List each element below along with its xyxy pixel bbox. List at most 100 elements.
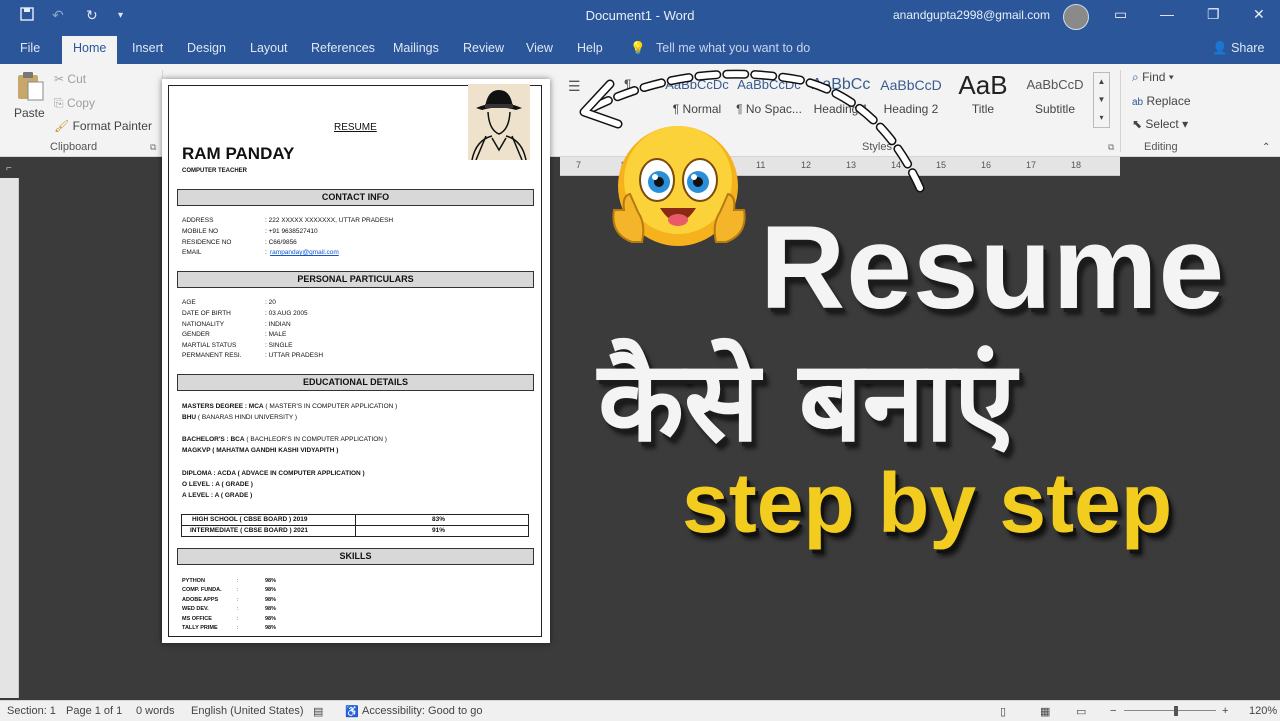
clipboard-launcher-icon[interactable]: ⧉ [150, 142, 156, 153]
table-cell: 83% [432, 516, 446, 523]
skill-colon: : [237, 587, 239, 593]
status-accessibility[interactable]: Accessibility: Good to go [362, 705, 482, 717]
search-icon: ⌕ [1132, 70, 1139, 84]
accessibility-icon[interactable]: ♿ [345, 705, 359, 718]
share-label: Share [1231, 41, 1265, 55]
candidate-name: RAM PANDAY [182, 144, 295, 163]
paste-button[interactable]: Paste [14, 106, 45, 120]
personal-value: : UTTAR PRADESH [265, 352, 324, 359]
tab-view[interactable]: View [526, 41, 553, 55]
skill-name: PYTHON [182, 578, 205, 584]
personal-section-header: PERSONAL PARTICULARS [177, 271, 534, 288]
tab-review[interactable]: Review [463, 41, 504, 55]
contact-key: EMAIL [182, 249, 202, 256]
skill-name: TALLY PRIME [182, 625, 218, 631]
close-icon[interactable]: ✕ [1253, 6, 1265, 23]
vertical-ruler[interactable] [0, 178, 19, 698]
email-link[interactable]: rampanday@gmail.com [270, 249, 339, 256]
lightbulb-icon: 💡 [630, 41, 646, 55]
tab-home[interactable]: Home [62, 36, 118, 64]
editing-group-label: Editing [1144, 141, 1178, 153]
copy-button[interactable]: ⎘ Copy [54, 96, 95, 111]
styles-scroll[interactable]: ▲ ▼ ▾ [1093, 72, 1110, 128]
skill-colon: : [237, 578, 239, 584]
skill-name: MS OFFICE [182, 616, 212, 622]
style-subtitle[interactable]: AaBbCcD Subtitle [1020, 72, 1090, 128]
title-bar: ↶ ↻ ▾ Document1 - Word anandgupta2998@gm… [0, 0, 1280, 33]
print-layout-icon[interactable]: ▦ [1040, 705, 1050, 718]
skill-name: COMP. FUNDA. [182, 587, 222, 593]
zoom-in-icon[interactable]: + [1222, 705, 1228, 717]
tab-help[interactable]: Help [577, 41, 603, 55]
tab-references[interactable]: References [311, 41, 375, 55]
zoom-out-icon[interactable]: − [1110, 705, 1116, 717]
thumbs-up-emoji-icon [612, 126, 746, 246]
find-button[interactable]: ⌕ Find ▾ [1132, 70, 1174, 85]
proofing-icon[interactable]: ▤ [313, 705, 323, 718]
status-language[interactable]: English (United States) [191, 705, 304, 717]
status-zoom[interactable]: 120% [1249, 705, 1277, 717]
brush-icon: 🖌 [54, 119, 70, 133]
paste-icon[interactable] [14, 70, 48, 101]
skill-value: 98% [265, 625, 277, 631]
minimize-icon[interactable]: — [1160, 6, 1174, 22]
status-section[interactable]: Section: 1 [7, 705, 56, 717]
overlay-title-step-by-step: step by step [682, 456, 1173, 550]
personal-key: AGE [182, 299, 196, 306]
status-page[interactable]: Page 1 of 1 [66, 705, 122, 717]
person-icon: 👤 [1212, 41, 1228, 55]
format-painter-button[interactable]: 🖌 Format Painter [54, 119, 152, 133]
ruler-number: 18 [1071, 160, 1082, 170]
find-label: Find [1142, 70, 1166, 84]
collapse-ribbon-icon[interactable]: ⌃ [1262, 142, 1270, 153]
table-cell: INTERMEDIATE ( CBSE BOARD ) 2021 [190, 527, 308, 534]
skill-value: 98% [265, 578, 277, 584]
personal-key: GENDER [182, 331, 210, 338]
avatar[interactable] [1063, 4, 1089, 30]
skill-value: 98% [265, 597, 277, 603]
select-button[interactable]: ⬉ Select ▾ [1132, 117, 1188, 131]
ribbon-display-icon[interactable]: ▭ [1114, 6, 1127, 23]
skill-value: 98% [265, 616, 277, 622]
skill-colon: : [237, 606, 239, 612]
tab-layout[interactable]: Layout [250, 41, 288, 55]
style-preview: AaBbCcD [1026, 77, 1084, 92]
copy-label: Copy [66, 96, 95, 110]
skill-name: WED DEV. [182, 606, 209, 612]
document-page[interactable]: RESUME RAM PANDAY COMPUTER TEACHER CONTA… [162, 79, 550, 643]
tab-selector-icon[interactable]: ⌐ [6, 163, 12, 174]
personal-key: MARTIAL STATUS [182, 342, 237, 349]
tab-design[interactable]: Design [187, 41, 226, 55]
tab-file[interactable]: File [20, 41, 40, 55]
personal-value: : INDIAN [265, 321, 291, 328]
replace-button[interactable]: ab Replace [1132, 94, 1191, 108]
skill-colon: : [237, 597, 239, 603]
share-button[interactable]: 👤 Share [1212, 41, 1264, 56]
scissors-icon: ✂ [54, 72, 65, 86]
school-table: HIGH SCHOOL ( CBSE BOARD ) 2019 83% INTE… [181, 514, 529, 537]
status-bar: Section: 1 Page 1 of 1 0 words English (… [0, 700, 1280, 721]
edu-line: MAGKVP ( MAHATMA GANDHI KASHI VIDYAPITH … [182, 447, 339, 454]
cut-button[interactable]: ✂ Cut [54, 72, 86, 86]
zoom-slider-thumb[interactable] [1174, 706, 1178, 716]
edu-line: DIPLOMA : ACDA ( ADVACE IN COMPUTER APPL… [182, 470, 365, 477]
restore-icon[interactable]: ❐ [1207, 6, 1220, 23]
account-email[interactable]: anandgupta2998@gmail.com [893, 8, 1050, 22]
read-mode-icon[interactable]: ▯ [1000, 705, 1006, 718]
tell-me-input[interactable]: Tell me what you want to do [656, 41, 810, 55]
status-words[interactable]: 0 words [136, 705, 175, 717]
table-cell: HIGH SCHOOL ( CBSE BOARD ) 2019 [192, 516, 308, 523]
style-title[interactable]: AaB Title [948, 72, 1018, 128]
skill-name: ADOBE APPS [182, 597, 219, 603]
profile-photo[interactable] [468, 84, 530, 161]
web-layout-icon[interactable]: ▭ [1076, 705, 1086, 718]
tab-insert[interactable]: Insert [132, 41, 163, 55]
zoom-slider[interactable] [1124, 710, 1216, 711]
format-painter-label: Format Painter [72, 119, 152, 133]
contact-key: MOBILE NO [182, 228, 219, 235]
ruler-number: 16 [981, 160, 992, 170]
clipboard-group-label: Clipboard [50, 141, 98, 153]
tab-mailings[interactable]: Mailings [393, 41, 439, 55]
styles-launcher-icon[interactable]: ⧉ [1108, 142, 1114, 153]
personal-key: NATIONALITY [182, 321, 225, 328]
